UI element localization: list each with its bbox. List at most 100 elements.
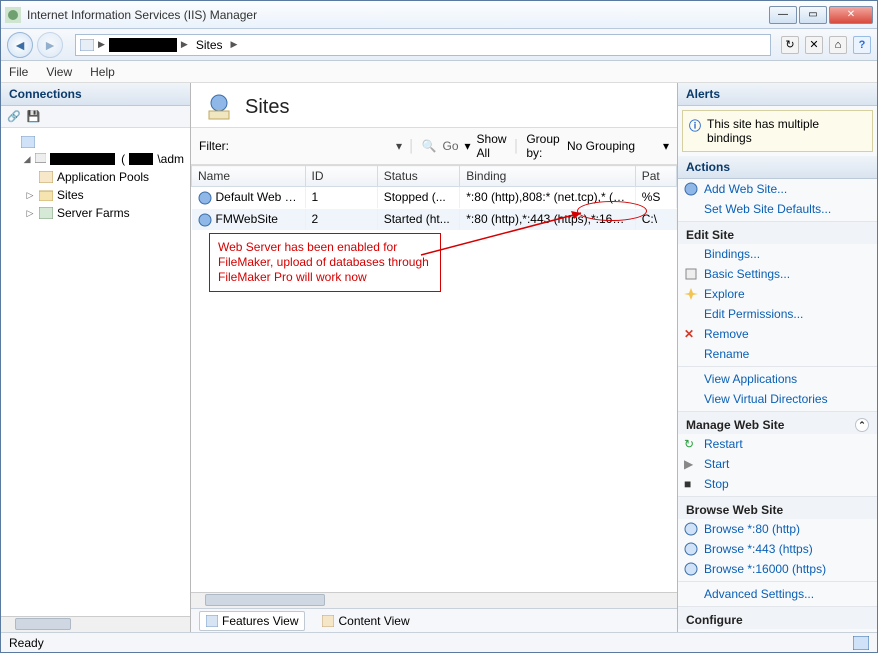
go-button[interactable]: Go <box>442 139 458 153</box>
close-button[interactable]: ✕ <box>829 6 873 24</box>
filter-label: Filter: <box>199 139 229 153</box>
window-title: Internet Information Services (IIS) Mana… <box>27 8 769 22</box>
action-explore[interactable]: Explore <box>678 284 877 304</box>
group-by-dropdown[interactable]: ▾ <box>663 139 669 153</box>
menubar: File View Help <box>1 61 877 83</box>
maximize-button[interactable]: ▭ <box>799 6 827 24</box>
action-bindings[interactable]: Bindings... <box>678 244 877 264</box>
action-edit-permissions[interactable]: Edit Permissions... <box>678 304 877 324</box>
cell-name: FMWebSite <box>216 212 278 226</box>
start-icon: ▶ <box>684 457 698 471</box>
action-browse-80[interactable]: Browse *:80 (http) <box>678 519 877 539</box>
action-add-site[interactable]: Add Web Site... <box>678 179 877 199</box>
help-button[interactable]: ? <box>853 36 871 54</box>
status-mode-icon <box>853 636 869 650</box>
col-binding[interactable]: Binding <box>460 166 635 187</box>
show-all-button[interactable]: Show All <box>477 132 507 160</box>
app-pools-icon <box>39 171 53 183</box>
page-title: Sites <box>245 96 289 119</box>
connections-hscroll[interactable] <box>1 616 190 632</box>
alerts-header: Alerts <box>678 83 877 106</box>
action-browse-443[interactable]: Browse *:443 (https) <box>678 539 877 559</box>
stop-button[interactable]: ✕ <box>805 36 823 54</box>
refresh-button[interactable]: ↻ <box>781 36 799 54</box>
menu-file[interactable]: File <box>9 65 28 79</box>
tree-app-pools-label: Application Pools <box>57 170 149 184</box>
browse-icon <box>684 522 698 536</box>
tab-content-view[interactable]: Content View <box>315 611 416 631</box>
tree-server-suffix: \adm <box>157 152 184 166</box>
status-text: Ready <box>9 636 44 650</box>
iis-icon <box>5 7 21 23</box>
tree-app-pools[interactable]: Application Pools <box>3 168 188 186</box>
col-name[interactable]: Name <box>192 166 306 187</box>
back-button[interactable]: ◄ <box>7 32 33 58</box>
go-icon: 🔍 <box>422 139 437 153</box>
start-page-icon <box>21 136 35 148</box>
actions-list: Add Web Site... Set Web Site Defaults...… <box>678 179 877 632</box>
action-basic-settings[interactable]: Basic Settings... <box>678 264 877 284</box>
chevron-right-icon: ▶ <box>231 39 238 50</box>
home-button[interactable]: ⌂ <box>829 36 847 54</box>
tab-features-view[interactable]: Features View <box>199 611 305 631</box>
tree-sites[interactable]: ▷ Sites <box>3 186 188 204</box>
action-browse-16000[interactable]: Browse *:16000 (https) <box>678 559 877 579</box>
action-restart[interactable]: ↻Restart <box>678 434 877 454</box>
alert-box: ⓘ This site has multiple bindings <box>682 110 873 152</box>
group-configure: Configure <box>678 606 877 629</box>
collapse-icon[interactable]: ⌃ <box>855 418 869 432</box>
info-icon: ⓘ <box>689 117 701 145</box>
center-panel: Sites Filter: ▾ │ 🔍 Go ▾ Show All │ Grou… <box>191 83 677 632</box>
action-set-defaults[interactable]: Set Web Site Defaults... <box>678 199 877 219</box>
col-status[interactable]: Status <box>377 166 460 187</box>
action-view-apps[interactable]: View Applications <box>678 369 877 389</box>
forward-button[interactable]: ► <box>37 32 63 58</box>
group-browse-site: Browse Web Site <box>678 496 877 519</box>
annotation-circle <box>577 201 647 221</box>
annotation-box: Web Server has been enabled for FileMake… <box>209 233 441 292</box>
action-limits[interactable]: Limits... <box>678 629 877 632</box>
col-id[interactable]: ID <box>305 166 377 187</box>
grid-hscroll[interactable] <box>191 592 677 608</box>
tree-server-node[interactable]: ◢ (\adm <box>3 150 188 168</box>
right-panel: Alerts ⓘ This site has multiple bindings… <box>677 83 877 632</box>
connect-icon[interactable]: 🔗 <box>7 110 21 123</box>
tree-expand-icon[interactable]: ▷ <box>25 190 35 201</box>
breadcrumb-sites[interactable]: Sites <box>192 38 227 52</box>
cell-name: Default Web Site <box>216 190 306 204</box>
sites-icon <box>205 93 233 121</box>
minimize-button[interactable]: — <box>769 6 797 24</box>
tree-server-farms[interactable]: ▷ Server Farms <box>3 204 188 222</box>
action-rename[interactable]: Rename <box>678 344 877 364</box>
action-view-vdirs[interactable]: View Virtual Directories <box>678 389 877 409</box>
action-start[interactable]: ▶Start <box>678 454 877 474</box>
tree-sites-label: Sites <box>57 188 84 202</box>
folder-icon <box>39 189 53 201</box>
action-stop[interactable]: ■Stop <box>678 474 877 494</box>
group-by-value[interactable]: No Grouping <box>567 139 657 153</box>
server-icon <box>80 39 94 51</box>
group-by-label: Group by: <box>526 132 561 160</box>
group-manage-site: Manage Web Site⌃ <box>678 411 877 434</box>
server-name-redacted <box>50 153 115 165</box>
tree-server-farms-label: Server Farms <box>57 206 130 220</box>
tree-expand-icon[interactable]: ▷ <box>25 208 35 219</box>
filter-dropdown[interactable]: ▾ <box>396 139 402 153</box>
action-remove[interactable]: ✕Remove <box>678 324 877 344</box>
col-path[interactable]: Pat <box>635 166 676 187</box>
address-bar[interactable]: ▶ ▶ Sites ▶ <box>75 34 771 56</box>
server-farms-icon <box>39 207 53 219</box>
remove-icon: ✕ <box>684 327 698 341</box>
save-icon[interactable]: 💾 <box>27 110 41 123</box>
filter-input[interactable] <box>235 139 390 153</box>
browse-icon <box>684 562 698 576</box>
menu-help[interactable]: Help <box>90 65 115 79</box>
action-advanced[interactable]: Advanced Settings... <box>678 584 877 604</box>
menu-view[interactable]: View <box>46 65 72 79</box>
window-titlebar: Internet Information Services (IIS) Mana… <box>1 1 877 29</box>
filter-toolbar: Filter: ▾ │ 🔍 Go ▾ Show All │ Group by: … <box>191 127 677 165</box>
tree-expand-icon[interactable]: ◢ <box>23 154 31 165</box>
tree-start-page[interactable] <box>3 134 188 150</box>
globe-icon <box>198 213 212 227</box>
stop-icon: ■ <box>684 477 698 491</box>
